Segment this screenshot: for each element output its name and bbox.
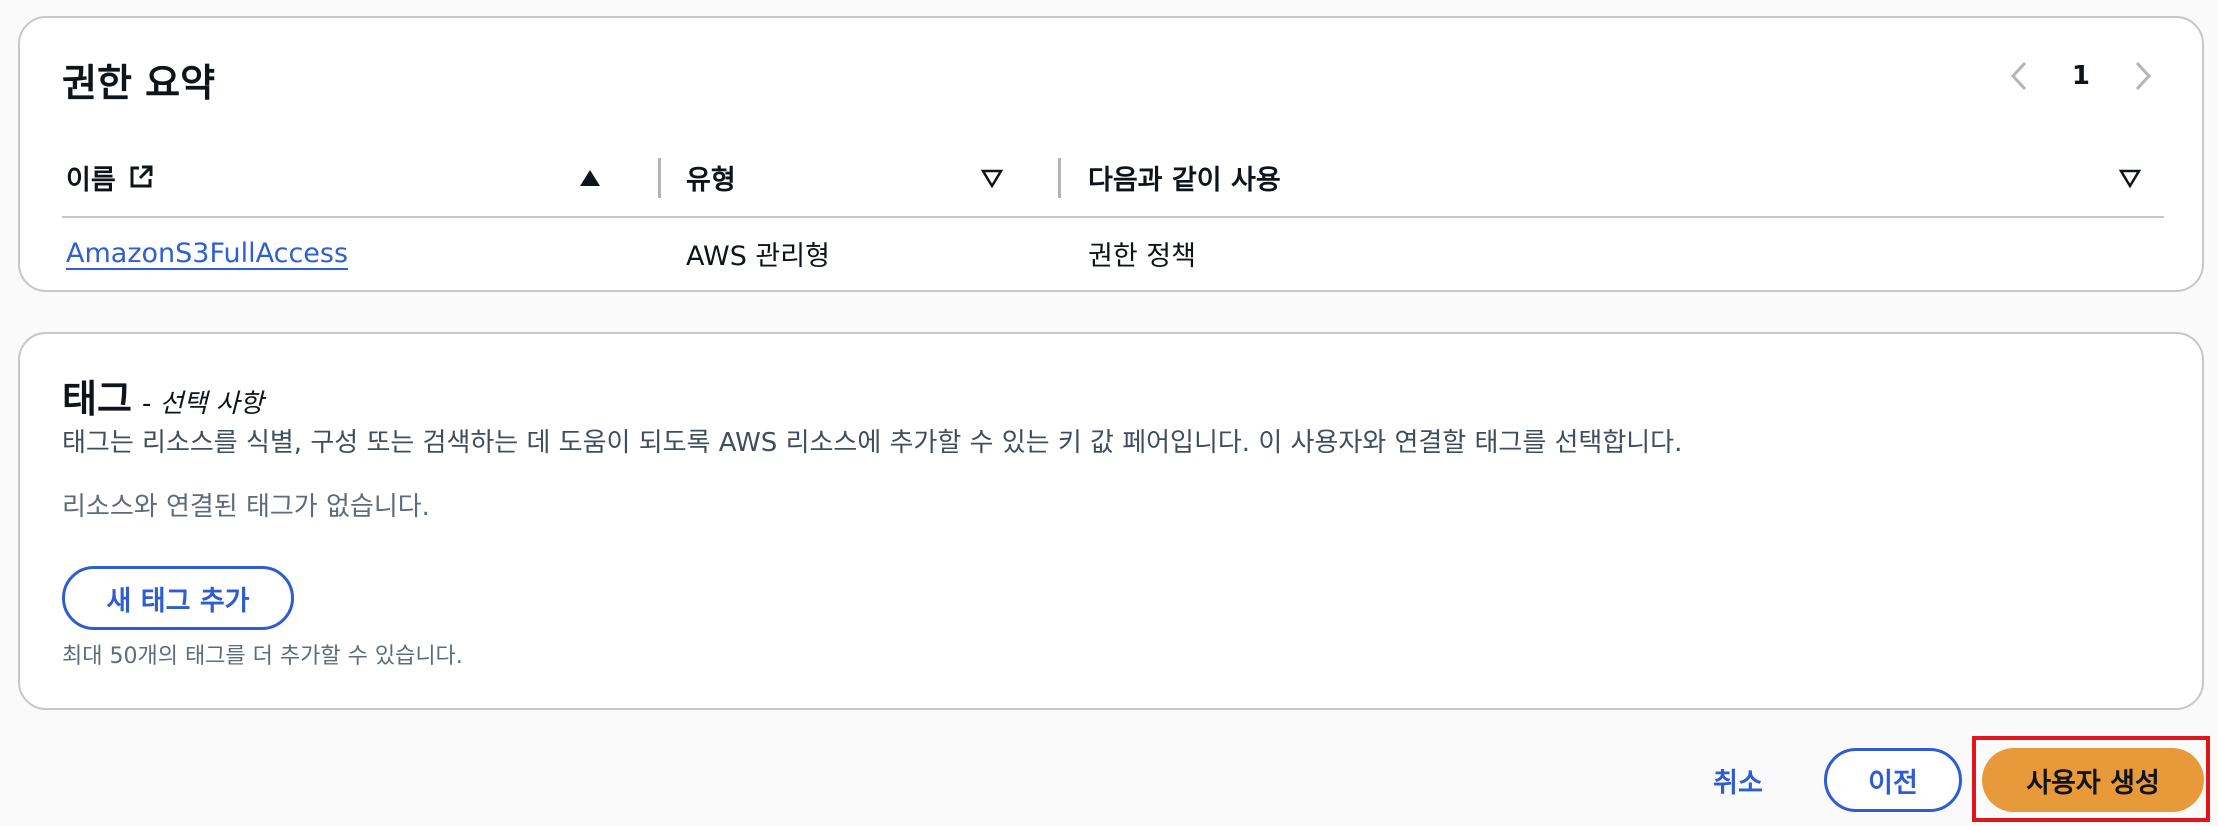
tags-limit-text: 최대 50개의 태그를 더 추가할 수 있습니다. bbox=[62, 644, 463, 669]
policy-used-as-cell: 권한 정책 bbox=[1088, 240, 1196, 272]
column-divider[interactable] bbox=[1058, 158, 1061, 198]
permissions-summary-card: 권한 요약 1 이름 유형 다음과 같이 사용 AmazonS3FullAcce… bbox=[18, 16, 2204, 292]
sort-icon[interactable] bbox=[2118, 166, 2142, 190]
tags-title-main: 태그 bbox=[62, 377, 132, 421]
sort-icon[interactable] bbox=[980, 166, 1004, 190]
policy-name-cell: AmazonS3FullAccess bbox=[66, 218, 348, 288]
tags-card: 태그 - 선택 사항 태그는 리소스를 식별, 구성 또는 검색하는 데 도움이… bbox=[18, 332, 2204, 710]
column-header-type-label: 유형 bbox=[686, 164, 736, 196]
external-link-icon bbox=[128, 164, 154, 190]
column-header-name-label: 이름 bbox=[66, 164, 116, 196]
cancel-button[interactable]: 취소 bbox=[1688, 748, 1788, 812]
permissions-summary-title: 권한 요약 bbox=[62, 61, 216, 105]
column-header-name[interactable]: 이름 bbox=[66, 138, 154, 216]
current-page-number[interactable]: 1 bbox=[2072, 61, 2090, 91]
table-row: AmazonS3FullAccess AWS 관리형 권한 정책 bbox=[62, 218, 2164, 288]
tags-description: 태그는 리소스를 식별, 구성 또는 검색하는 데 도움이 되도록 AWS 리소… bbox=[62, 428, 1683, 458]
pagination: 1 bbox=[2004, 56, 2158, 96]
policy-name-link[interactable]: AmazonS3FullAccess bbox=[66, 238, 348, 269]
next-page-icon[interactable] bbox=[2128, 56, 2158, 96]
column-header-used-as-label: 다음과 같이 사용 bbox=[1088, 164, 1281, 196]
column-header-type[interactable]: 유형 bbox=[686, 138, 736, 216]
column-divider[interactable] bbox=[658, 158, 661, 198]
tags-empty-text: 리소스와 연결된 태그가 없습니다. bbox=[62, 492, 430, 522]
previous-button[interactable]: 이전 bbox=[1824, 748, 1962, 812]
column-header-used-as[interactable]: 다음과 같이 사용 bbox=[1088, 138, 1281, 216]
table-header: 이름 유형 다음과 같이 사용 bbox=[62, 138, 2164, 218]
policy-type-cell: AWS 관리형 bbox=[686, 240, 830, 272]
tags-title: 태그 - 선택 사항 bbox=[62, 368, 264, 423]
tags-title-optional: - 선택 사항 bbox=[141, 389, 264, 419]
create-user-button[interactable]: 사용자 생성 bbox=[1982, 748, 2204, 812]
add-new-tag-button[interactable]: 새 태그 추가 bbox=[62, 566, 294, 630]
sort-ascending-icon[interactable] bbox=[578, 166, 602, 190]
previous-page-icon[interactable] bbox=[2004, 56, 2034, 96]
